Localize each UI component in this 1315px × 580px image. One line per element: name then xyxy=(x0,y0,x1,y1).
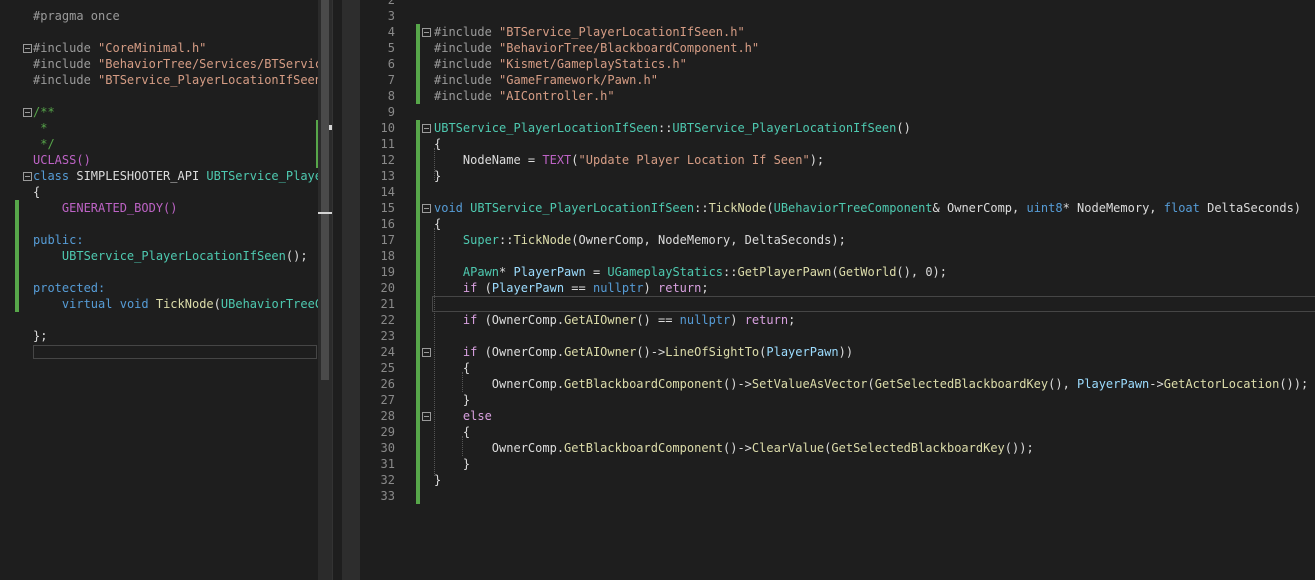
source-code-line[interactable]: #include "Kismet/GameplayStatics.h" xyxy=(434,56,687,72)
line-number: 30 xyxy=(380,441,395,455)
header-code-line[interactable]: * xyxy=(33,120,47,136)
source-code-line[interactable]: { xyxy=(434,424,470,440)
left-vertical-scrollbar[interactable] xyxy=(318,0,332,580)
scrollbar-caret-marker xyxy=(318,212,332,214)
line-number: 33 xyxy=(380,489,395,503)
current-line-highlight xyxy=(33,345,317,359)
line-number: 18 xyxy=(380,249,395,263)
line-number: 28 xyxy=(380,409,395,423)
line-number: 16 xyxy=(380,217,395,231)
source-editor-gutter xyxy=(342,0,360,580)
header-code-line[interactable]: #include "CoreMinimal.h" xyxy=(33,40,206,56)
change-indicator xyxy=(15,200,19,312)
line-number: 3 xyxy=(387,9,395,23)
current-line-highlight xyxy=(432,296,1315,312)
fold-toggle-icon[interactable] xyxy=(422,412,431,421)
fold-toggle-icon[interactable] xyxy=(23,108,32,117)
header-editor-pane[interactable]: #pragma once #include "CoreMinimal.h" #inc… xyxy=(0,0,318,580)
source-code-line[interactable]: if (OwnerComp.GetAIOwner() == nullptr) r… xyxy=(434,312,795,328)
line-number: 14 xyxy=(380,185,395,199)
header-code-line[interactable]: UBTService_PlayerLocationIfSeen(); xyxy=(33,248,308,264)
line-number: 4 xyxy=(387,25,395,39)
header-code-line[interactable]: */ xyxy=(33,136,54,152)
source-code-line[interactable]: #include "GameFramework/Pawn.h" xyxy=(434,72,658,88)
line-number: 31 xyxy=(380,457,395,471)
header-code-line[interactable]: { xyxy=(33,184,40,200)
header-code-line[interactable]: class SIMPLESHOOTER_API UBTService_Playe… xyxy=(33,168,318,184)
header-code-line[interactable]: virtual void TickNode(UBehaviorTreeCo xyxy=(33,296,318,312)
source-code-line[interactable]: OwnerComp.GetBlackboardComponent()->Clea… xyxy=(434,440,1034,456)
source-code-line[interactable]: } xyxy=(434,392,470,408)
line-number: 6 xyxy=(387,57,395,71)
line-number: 22 xyxy=(380,313,395,327)
header-code-line[interactable]: #include "BehaviorTree/Services/BTServic… xyxy=(33,56,318,72)
line-number: 20 xyxy=(380,281,395,295)
fold-toggle-icon[interactable] xyxy=(422,28,431,37)
fold-toggle-icon[interactable] xyxy=(422,124,431,133)
source-code-line[interactable]: if (PlayerPawn == nullptr) return; xyxy=(434,280,709,296)
header-code-line[interactable]: /** xyxy=(33,104,55,120)
change-indicator xyxy=(416,24,420,104)
line-number: 11 xyxy=(380,137,395,151)
change-indicator xyxy=(416,120,420,504)
line-number: 12 xyxy=(380,153,395,167)
source-editor-pane[interactable]: 2 3 4 #include "BTService_PlayerLocationIfS… xyxy=(360,0,1315,580)
fold-toggle-icon[interactable] xyxy=(422,348,431,357)
header-code-line[interactable]: UCLASS() xyxy=(33,152,91,168)
source-code-line[interactable]: else xyxy=(434,408,492,424)
source-code-line[interactable]: UBTService_PlayerLocationIfSeen::UBTServ… xyxy=(434,120,911,136)
source-code-line[interactable]: } xyxy=(434,472,441,488)
source-code-line[interactable]: { xyxy=(434,360,470,376)
line-number: 21 xyxy=(380,297,395,311)
line-number: 5 xyxy=(387,41,395,55)
source-code-line[interactable]: OwnerComp.GetBlackboardComponent()->SetV… xyxy=(434,376,1308,392)
source-code-line[interactable]: #include "AIController.h" xyxy=(434,88,615,104)
source-code-line[interactable]: { xyxy=(434,216,441,232)
line-number: 17 xyxy=(380,233,395,247)
line-number: 15 xyxy=(380,201,395,215)
line-number: 27 xyxy=(380,393,395,407)
line-number: 10 xyxy=(380,121,395,135)
header-code-line[interactable]: #include "BTService_PlayerLocationIfSeen xyxy=(33,72,318,88)
source-code-line[interactable]: } xyxy=(434,456,470,472)
line-number: 8 xyxy=(387,89,395,103)
source-code-line[interactable]: #include "BTService_PlayerLocationIfSeen… xyxy=(434,24,745,40)
indent-guide xyxy=(462,436,463,456)
source-code-line[interactable]: Super::TickNode(OwnerComp, NodeMemory, D… xyxy=(434,232,846,248)
source-code-line[interactable]: APawn* PlayerPawn = UGameplayStatics::Ge… xyxy=(434,264,947,280)
source-code-line[interactable]: if (OwnerComp.GetAIOwner()->LineOfSightT… xyxy=(434,344,853,360)
indent-guide xyxy=(434,148,435,180)
line-number: 19 xyxy=(380,265,395,279)
line-number: 2 xyxy=(387,0,395,7)
source-code-line[interactable]: void UBTService_PlayerLocationIfSeen::Ti… xyxy=(434,200,1301,216)
line-number: 29 xyxy=(380,425,395,439)
source-code-line[interactable]: { xyxy=(434,136,441,152)
indent-guide xyxy=(434,228,435,476)
line-number: 23 xyxy=(380,329,395,343)
header-code-line[interactable]: protected: xyxy=(33,280,105,296)
line-number: 24 xyxy=(380,345,395,359)
line-number: 32 xyxy=(380,473,395,487)
line-number: 7 xyxy=(387,73,395,87)
line-number: 25 xyxy=(380,361,395,375)
fold-toggle-icon[interactable] xyxy=(23,44,32,53)
fold-toggle-icon[interactable] xyxy=(422,204,431,213)
fold-toggle-icon[interactable] xyxy=(23,172,32,181)
line-number: 13 xyxy=(380,169,395,183)
scrollbar-thumb[interactable] xyxy=(321,0,329,380)
source-code-line[interactable]: #include "BehaviorTree/BlackboardCompone… xyxy=(434,40,759,56)
header-code-line[interactable]: public: xyxy=(33,232,84,248)
indent-guide xyxy=(462,372,463,392)
line-number: 9 xyxy=(387,105,395,119)
source-code-line[interactable]: NodeName = TEXT("Update Player Location … xyxy=(434,152,824,168)
header-code-line[interactable]: #pragma once xyxy=(33,8,120,24)
line-number: 26 xyxy=(380,377,395,391)
source-code-line[interactable]: } xyxy=(434,168,441,184)
header-code-line[interactable]: GENERATED_BODY() xyxy=(33,200,178,216)
header-code-line[interactable]: }; xyxy=(33,328,47,344)
